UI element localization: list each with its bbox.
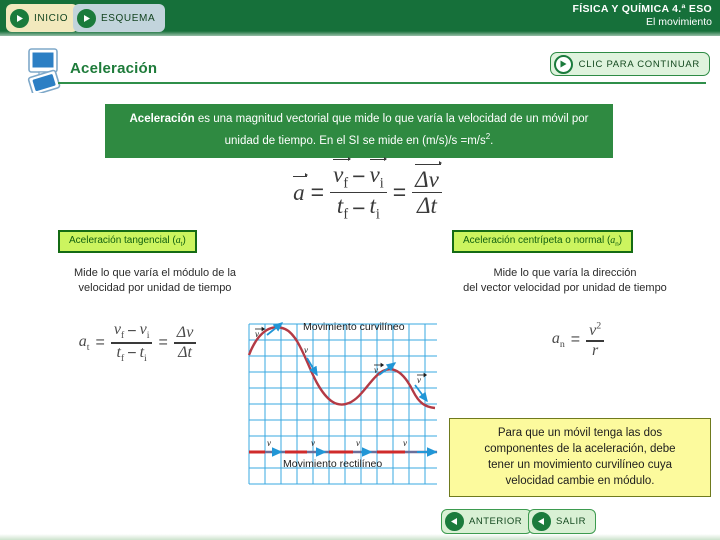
formula-fraction-2: Δv Δt: [412, 161, 442, 219]
formula-ti-sub: i: [375, 206, 380, 223]
formula-minus-1: −: [352, 163, 366, 190]
centripetal-formula: an = v2 r: [508, 322, 648, 359]
computer-monitor-icon: [20, 47, 70, 96]
course-title: FÍSICA Y QUÍMICA 4.ª ESO El movimiento: [573, 3, 712, 29]
note-line-2: componentes de la aceleración, debe: [484, 443, 676, 455]
tan-formula-vi: v: [139, 321, 147, 338]
centripetal-description: Mide lo que varía la dirección del vecto…: [420, 266, 710, 296]
exit-arrow-icon: [532, 512, 551, 531]
footer-sheen: [0, 534, 720, 540]
vector-label-rect-3: v: [356, 438, 360, 448]
tangential-label-text: Aceleración tangencial (: [69, 235, 176, 246]
tan-formula-fraction-2: Δv Δt: [173, 324, 197, 361]
vector-label-curve-4: v: [417, 375, 421, 385]
formula-vf-sub: f: [343, 175, 349, 192]
formula-a: a: [293, 173, 308, 205]
tan-formula-delta-v: Δv: [176, 324, 194, 342]
page-title: Aceleración: [70, 60, 158, 77]
exit-button-label: SALIR: [556, 516, 586, 527]
tangential-description-line2: velocidad por unidad de tiempo: [78, 282, 232, 294]
cen-formula-equals: =: [570, 331, 581, 349]
formula-minus-2: −: [352, 194, 366, 221]
esquema-button[interactable]: ESQUEMA: [73, 4, 166, 32]
previous-button[interactable]: ANTERIOR: [441, 509, 533, 534]
previous-button-label: ANTERIOR: [469, 516, 523, 527]
definition-box: Aceleración es una magnitud vectorial qu…: [105, 104, 613, 158]
centripetal-description-line2: del vector velocidad por unidad de tiemp…: [463, 282, 667, 294]
formula-vf: v: [333, 162, 344, 187]
tan-formula-minus-1: −: [127, 322, 137, 340]
tan-formula-delta-t: Δt: [178, 343, 192, 361]
motion-diagram: v v v v Movimiento curvilíneo v v v v Mo…: [237, 313, 445, 490]
curve-vector-labels: v v v v: [255, 329, 421, 385]
tan-formula-equals-1: =: [95, 333, 105, 351]
cen-formula-r: r: [592, 341, 599, 359]
formula-equals-1: =: [310, 179, 325, 206]
course-name: FÍSICA Y QUÍMICA 4.ª ESO: [572, 3, 712, 15]
formula-fraction-1: vf − vi tf − ti: [330, 156, 387, 223]
exit-button[interactable]: SALIR: [528, 509, 596, 534]
play-icon-continuar: [553, 54, 573, 74]
formula-delta-t: Δt: [417, 193, 437, 219]
top-navigation-bar: INICIO ESQUEMA FÍSICA Y QUÍMICA 4.ª ESO …: [0, 0, 720, 36]
main-acceleration-formula: a = vf − vi tf − ti = Δv Δt: [250, 156, 485, 222]
topbar-sheen: [0, 31, 720, 36]
tan-formula-vf: v: [113, 321, 121, 338]
inicio-button-label: INICIO: [34, 12, 69, 24]
curvilinear-label: Movimiento curvilíneo: [303, 321, 405, 333]
continue-button-label: CLIC PARA CONTINUAR: [578, 58, 700, 70]
tan-formula-fraction-1: vf − vi tf − ti: [110, 321, 153, 364]
cen-formula-a-sub: n: [559, 339, 565, 351]
formula-vi: v: [369, 162, 380, 187]
play-icon-esquema: [77, 8, 96, 28]
note-line-1: Para que un móvil tenga las dos: [497, 427, 663, 439]
tan-formula-tf-sub: f: [120, 352, 125, 364]
inicio-button[interactable]: INICIO: [6, 4, 79, 32]
tan-formula-ti-sub: i: [144, 352, 147, 364]
centripetal-description-line1: Mide lo que varía la dirección: [493, 267, 637, 279]
tan-formula-vi-sub: i: [146, 330, 150, 342]
cen-formula-fraction: v2 r: [586, 321, 605, 359]
back-arrow-icon: [445, 512, 464, 531]
note-line-4: velocidad cambie en módulo.: [505, 475, 655, 487]
formula-vi-sub: i: [379, 175, 384, 192]
centripetal-label-text: Aceleración centrípeta o normal (: [463, 235, 611, 246]
tan-formula-a-sub: t: [86, 341, 90, 353]
continue-button[interactable]: CLIC PARA CONTINUAR: [549, 52, 710, 76]
vector-label-curve-2: v: [304, 345, 308, 355]
definition-term: Aceleración: [129, 113, 195, 125]
vector-label-rect-4: v: [403, 438, 407, 448]
tangential-description-line1: Mide lo que varía el módulo de la: [73, 267, 237, 279]
tan-formula-vf-sub: f: [120, 330, 125, 342]
formula-tf-sub: f: [343, 206, 349, 223]
vector-label-rect-2: v: [311, 438, 315, 448]
rectilinear-vector-labels: v v v v: [267, 438, 407, 448]
vector-label-rect-1: v: [267, 438, 271, 448]
centripetal-label-end: ): [618, 235, 623, 246]
tan-formula-minus-2: −: [127, 345, 137, 363]
curvilinear-path: [247, 326, 436, 410]
note-line-3: tener un movimiento curvilíneo cuya: [487, 459, 673, 471]
tangential-formula: at = vf − vi tf − ti = Δv Δt: [55, 322, 220, 364]
summary-note: Para que un móvil tenga las dos componen…: [449, 418, 711, 497]
definition-text: es una magnitud vectorial que mide lo qu…: [194, 113, 589, 147]
vector-label-curve-1: v: [255, 329, 259, 339]
tan-formula-equals-2: =: [158, 333, 168, 351]
formula-delta-v: Δv: [415, 161, 442, 192]
play-icon-inicio: [10, 8, 29, 28]
cen-formula-v-exponent: 2: [596, 321, 602, 332]
centripetal-acceleration-label: Aceleración centrípeta o normal (an): [452, 230, 634, 253]
tangential-acceleration-label: Aceleración tangencial (at): [58, 230, 197, 253]
rectilinear-label: Movimiento rectilíneo: [283, 458, 382, 470]
definition-text-end: .: [490, 134, 494, 147]
formula-equals-2: =: [392, 179, 407, 206]
tan-formula-a: a: [78, 332, 87, 350]
esquema-button-label: ESQUEMA: [101, 12, 156, 24]
title-divider: [58, 82, 706, 84]
vector-label-curve-3: v: [374, 365, 378, 375]
course-unit: El movimiento: [646, 16, 712, 28]
tangential-description: Mide lo que varía el módulo de la veloci…: [30, 266, 280, 296]
cen-formula-a: a: [551, 330, 560, 348]
tangential-label-end: ): [182, 235, 186, 246]
